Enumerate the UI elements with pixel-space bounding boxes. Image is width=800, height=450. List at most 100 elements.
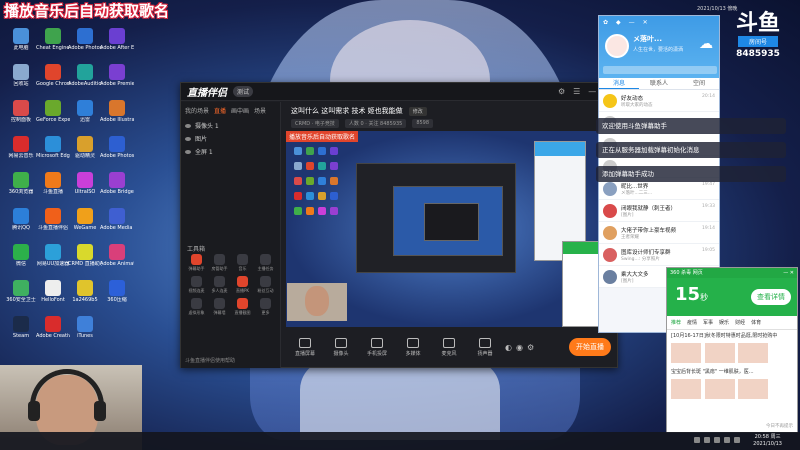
bottom-tool[interactable]: 直播屏幕 xyxy=(289,337,321,357)
bottom-tool[interactable]: 手机投屏 xyxy=(361,337,393,357)
ad-image[interactable] xyxy=(704,379,735,399)
tool-item[interactable]: 更多 xyxy=(254,298,277,316)
desktop-icon[interactable]: 360压缩 xyxy=(100,280,134,314)
ad-image[interactable] xyxy=(671,343,701,363)
tray-icon[interactable] xyxy=(734,437,740,443)
qq-list-item[interactable]: 好友动态 听取大家的动态 20:14 xyxy=(599,90,719,112)
desktop-icon[interactable]: 腾讯QQ xyxy=(4,208,38,242)
qq-signature[interactable]: 人生在世，要活的潇洒 xyxy=(633,46,683,53)
desktop-icon[interactable]: 360安全卫士 xyxy=(4,280,38,314)
desktop-icon[interactable]: 斗鱼直播 xyxy=(36,172,70,206)
qq-close-icon[interactable]: ✕ xyxy=(643,19,648,26)
scene-tab[interactable]: 我的场景 xyxy=(185,106,209,115)
ad-tab[interactable]: 推荐 xyxy=(671,319,681,326)
desktop-icon[interactable]: GeForce Experience xyxy=(36,100,70,134)
desktop-icon[interactable]: Adobe Photoshop xyxy=(100,136,134,170)
tool-item[interactable]: 弹幕墙 xyxy=(208,298,231,316)
desktop-icon[interactable]: Adobe Creative Cloud xyxy=(36,316,70,350)
bottom-tool[interactable]: 摄像头 xyxy=(325,337,357,357)
bottom-tool[interactable]: 麦克风 xyxy=(433,337,465,357)
ad-image[interactable] xyxy=(704,343,735,363)
scene-tab[interactable]: 场景 xyxy=(254,106,266,115)
scene-item[interactable]: 图片 xyxy=(181,132,280,145)
ad-image[interactable] xyxy=(671,379,701,399)
live-companion-window[interactable]: 直播伴侣 测试 ⚙ ☰ — ✕ 我的场景直播画中画场景 摄像头 1 图片全屏 1 … xyxy=(180,82,618,368)
tray-icon[interactable] xyxy=(724,437,730,443)
desktop-icon[interactable]: 微信 xyxy=(4,244,38,278)
tool-item[interactable]: 虚拟形象 xyxy=(185,298,208,316)
tool-item[interactable]: 直播PK xyxy=(231,276,254,294)
tool-item[interactable]: 多人连麦 xyxy=(208,276,231,294)
qq-avatar[interactable] xyxy=(605,34,629,58)
ad-tab[interactable]: 娱乐 xyxy=(719,319,729,326)
tool-item[interactable]: 弹幕助手 xyxy=(185,254,208,272)
desktop-icon[interactable]: HelloFont xyxy=(36,280,70,314)
desktop-icon[interactable]: Adobe After Effects xyxy=(100,28,134,62)
ad-image[interactable] xyxy=(738,379,769,399)
desktop-icon[interactable]: Microsoft Edge xyxy=(36,136,70,170)
desktop-icon[interactable]: 斗鱼直播伴侣 xyxy=(36,208,70,242)
ad-dont-show[interactable]: 今日不再提示 xyxy=(671,423,793,429)
qq-list-item[interactable]: 图库设计师们专享群 Swing...: 分享照片 19:05 xyxy=(599,244,719,266)
ad-subline[interactable]: 宝宝后背长斑 "黑痣" 一维肌肤，医... xyxy=(671,369,793,376)
menu-icon[interactable]: ☰ xyxy=(573,87,580,96)
qq-tab[interactable]: 联系人 xyxy=(639,78,679,89)
bottom-tool[interactable]: 多媒体 xyxy=(397,337,429,357)
desktop-icon[interactable]: 360浏览器 xyxy=(4,172,38,206)
desktop-icon[interactable]: Adobe Bridge xyxy=(100,172,134,206)
desktop-icon[interactable]: Steam xyxy=(4,316,38,350)
qq-list-item[interactable]: 闭眼我就静（刺王者） [图片] 19:33 xyxy=(599,200,719,222)
go-live-button[interactable]: 开始直播 xyxy=(569,338,611,356)
scene-tab[interactable]: 画中画 xyxy=(231,106,249,115)
scene-item[interactable]: 全屏 1 xyxy=(181,145,280,158)
visibility-icon[interactable] xyxy=(185,136,191,141)
qq-tab[interactable]: 空间 xyxy=(679,78,719,89)
ad-close-icon[interactable]: — ✕ xyxy=(783,268,794,278)
ad-tab[interactable]: 财经 xyxy=(735,319,745,326)
edit-title-button[interactable]: 修改 xyxy=(408,106,427,116)
desktop-icon[interactable]: 网易云音乐 xyxy=(4,136,38,170)
gear-icon[interactable]: ⚙ xyxy=(527,343,534,352)
desktop-icon[interactable]: Google Chrome xyxy=(36,64,70,98)
minimize-icon[interactable]: — xyxy=(588,87,596,96)
ad-tab[interactable]: 体育 xyxy=(751,319,761,326)
desktop-icon[interactable]: 控制面板 xyxy=(4,100,38,134)
ad-tab[interactable]: 军事 xyxy=(703,319,713,326)
preview-webcam[interactable] xyxy=(287,283,347,321)
help-link[interactable]: 斗鱼直播伴侣使用帮助 xyxy=(185,357,235,364)
desktop-icon[interactable]: AdobeAudition xyxy=(68,64,102,98)
tool-item[interactable]: 视频连麦 xyxy=(185,276,208,294)
tray-icon[interactable] xyxy=(704,437,710,443)
desktop-icon[interactable]: CRMD 直播助手 xyxy=(68,244,102,278)
tray-icon[interactable] xyxy=(714,437,720,443)
qq-shirt-icon[interactable]: ◆ xyxy=(616,19,621,26)
tool-item[interactable]: 粉丝互动 xyxy=(254,276,277,294)
tool-item[interactable]: 直播截图 xyxy=(231,298,254,316)
qq-list-item[interactable]: 大佬子带你上豪车视频 王者荣耀 19:14 xyxy=(599,222,719,244)
desktop-icon[interactable]: Adobe Illustrator xyxy=(100,100,134,134)
tray-icon[interactable] xyxy=(694,437,700,443)
desktop-icon[interactable]: 回收站 xyxy=(4,64,38,98)
qq-skin-icon[interactable]: ✿ xyxy=(603,19,608,26)
desktop-icon[interactable]: UltraISO xyxy=(68,172,102,206)
scene-tab[interactable]: 直播 xyxy=(214,106,226,115)
desktop-icon[interactable]: 驱动精灵 xyxy=(68,136,102,170)
qq-tab[interactable]: 消息 xyxy=(599,78,639,89)
settings-icon[interactable]: ⚙ xyxy=(558,87,565,96)
qq-minimize-icon[interactable]: — xyxy=(629,19,635,26)
mic-settings-icon[interactable]: ◐ xyxy=(505,343,512,352)
ad-headline[interactable]: [10月16-17日]秋冬限时特惠时品逛,限时抢购中 xyxy=(671,333,793,340)
desktop-icon[interactable]: WeGame xyxy=(68,208,102,242)
ad-image[interactable] xyxy=(738,343,769,363)
visibility-icon[interactable] xyxy=(185,123,191,128)
tool-item[interactable]: 音乐 xyxy=(231,254,254,272)
window-titlebar[interactable]: 直播伴侣 测试 ⚙ ☰ — ✕ xyxy=(181,83,617,101)
desktop-icon[interactable]: iTunes xyxy=(68,316,102,350)
taskbar-clock[interactable]: 20:58 周三 2021/10/13 xyxy=(753,434,782,448)
desktop-icon[interactable]: 网易UU加速器 xyxy=(36,244,70,278)
desktop-icon[interactable]: 1a2469b5 xyxy=(68,280,102,314)
tool-item[interactable]: 主播任务 xyxy=(254,254,277,272)
desktop-icon[interactable]: Adobe Premiere xyxy=(100,64,134,98)
desktop-icon[interactable]: Adobe Photoshop xyxy=(68,28,102,62)
bottom-tool[interactable]: 扬声器 xyxy=(469,337,501,357)
